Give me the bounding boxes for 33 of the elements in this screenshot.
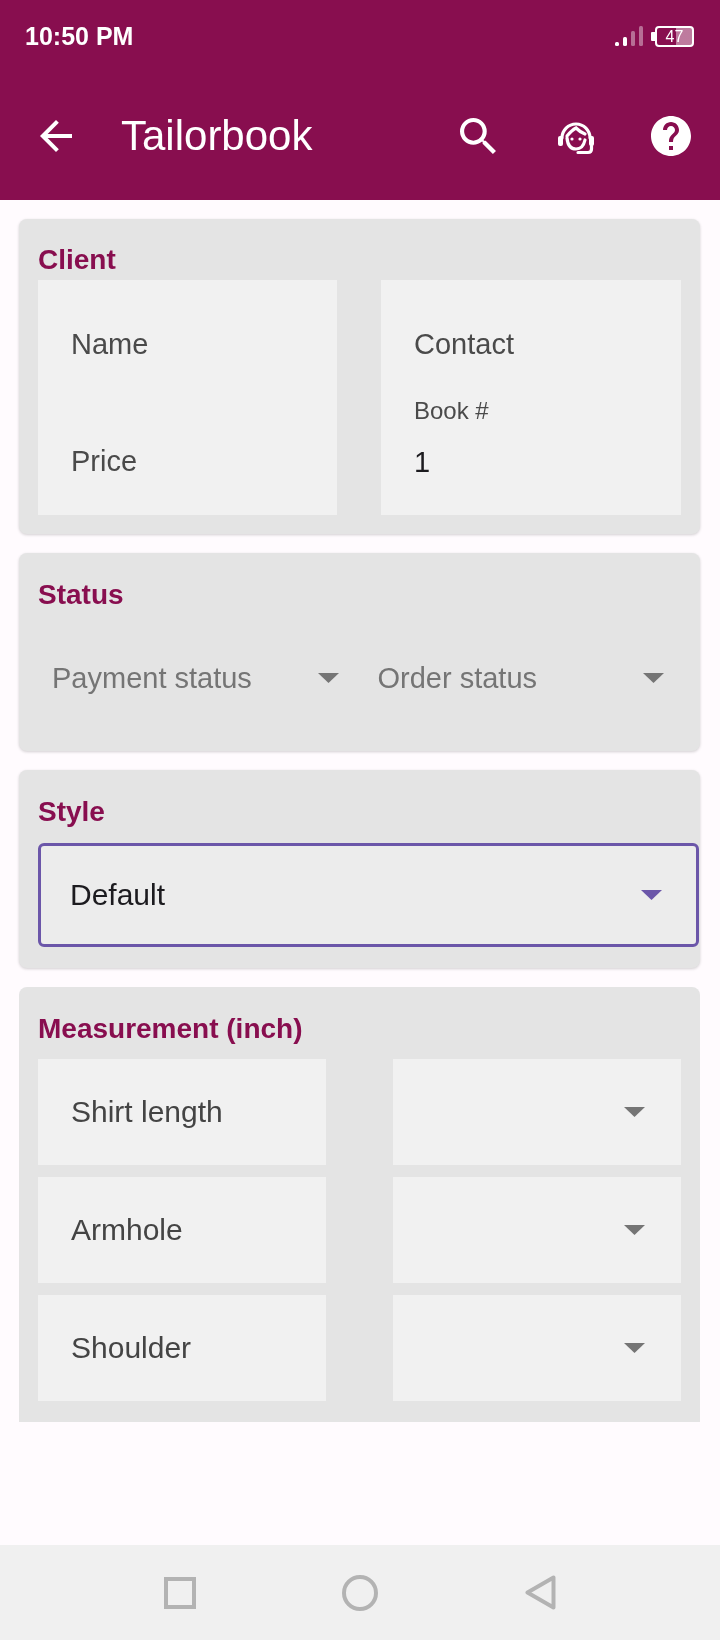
input-field[interactable]: Book # 1 <box>381 398 681 515</box>
help-icon[interactable] <box>651 116 691 156</box>
home-icon[interactable] <box>342 1574 378 1611</box>
battery-indicator: 47 <box>651 25 694 47</box>
app-title: Tailorbook <box>121 111 313 161</box>
input-field[interactable]: Name <box>38 280 337 398</box>
section-title: Status <box>38 578 124 612</box>
dropdown[interactable]: Default <box>38 843 699 947</box>
section-title: Style <box>38 795 105 829</box>
clock-time: 10:50 PM <box>25 21 134 51</box>
dropdown[interactable]: Payment status <box>38 630 356 726</box>
dropdown[interactable] <box>393 1177 681 1283</box>
search-icon[interactable] <box>460 118 496 154</box>
caret-icon <box>624 1225 645 1235</box>
input-field[interactable]: Contact <box>381 280 681 398</box>
back-arrow-icon[interactable] <box>40 120 72 152</box>
section-title: Client <box>38 243 116 277</box>
dropdown[interactable] <box>393 1295 681 1401</box>
recent-apps-icon[interactable] <box>164 1576 196 1609</box>
caret-icon <box>624 1107 645 1117</box>
measurement-label: Shoulder <box>38 1295 326 1401</box>
section-title: Measurement (inch) <box>38 1012 303 1046</box>
measurement-label: Shirt length <box>38 1059 326 1165</box>
caret-icon <box>641 890 662 900</box>
dropdown[interactable] <box>393 1059 681 1165</box>
input-field[interactable]: Price <box>38 398 337 515</box>
signal-icon <box>615 26 643 46</box>
caret-icon <box>624 1343 645 1353</box>
caret-icon <box>317 673 339 683</box>
caret-icon <box>643 673 664 683</box>
back-icon[interactable] <box>524 1575 556 1610</box>
measurement-label: Armhole <box>38 1177 326 1283</box>
dropdown[interactable]: Order status <box>363 630 681 726</box>
